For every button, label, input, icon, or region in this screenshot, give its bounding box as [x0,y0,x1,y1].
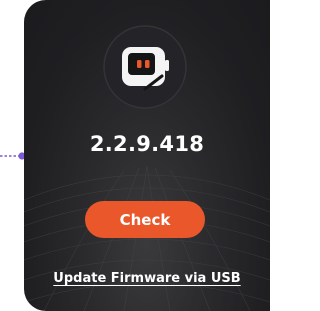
firmware-update-panel: 2.2.9.418 Check Update Firmware via USB [0,0,270,311]
robot-device-icon [103,25,187,109]
firmware-version: 2.2.9.418 [89,132,205,156]
firmware-card: 2.2.9.418 Check Update Firmware via USB [24,0,270,311]
update-firmware-usb-link[interactable]: Update Firmware via USB [24,271,270,286]
check-button[interactable]: Check [85,201,205,238]
connector-dot-icon [0,152,26,160]
